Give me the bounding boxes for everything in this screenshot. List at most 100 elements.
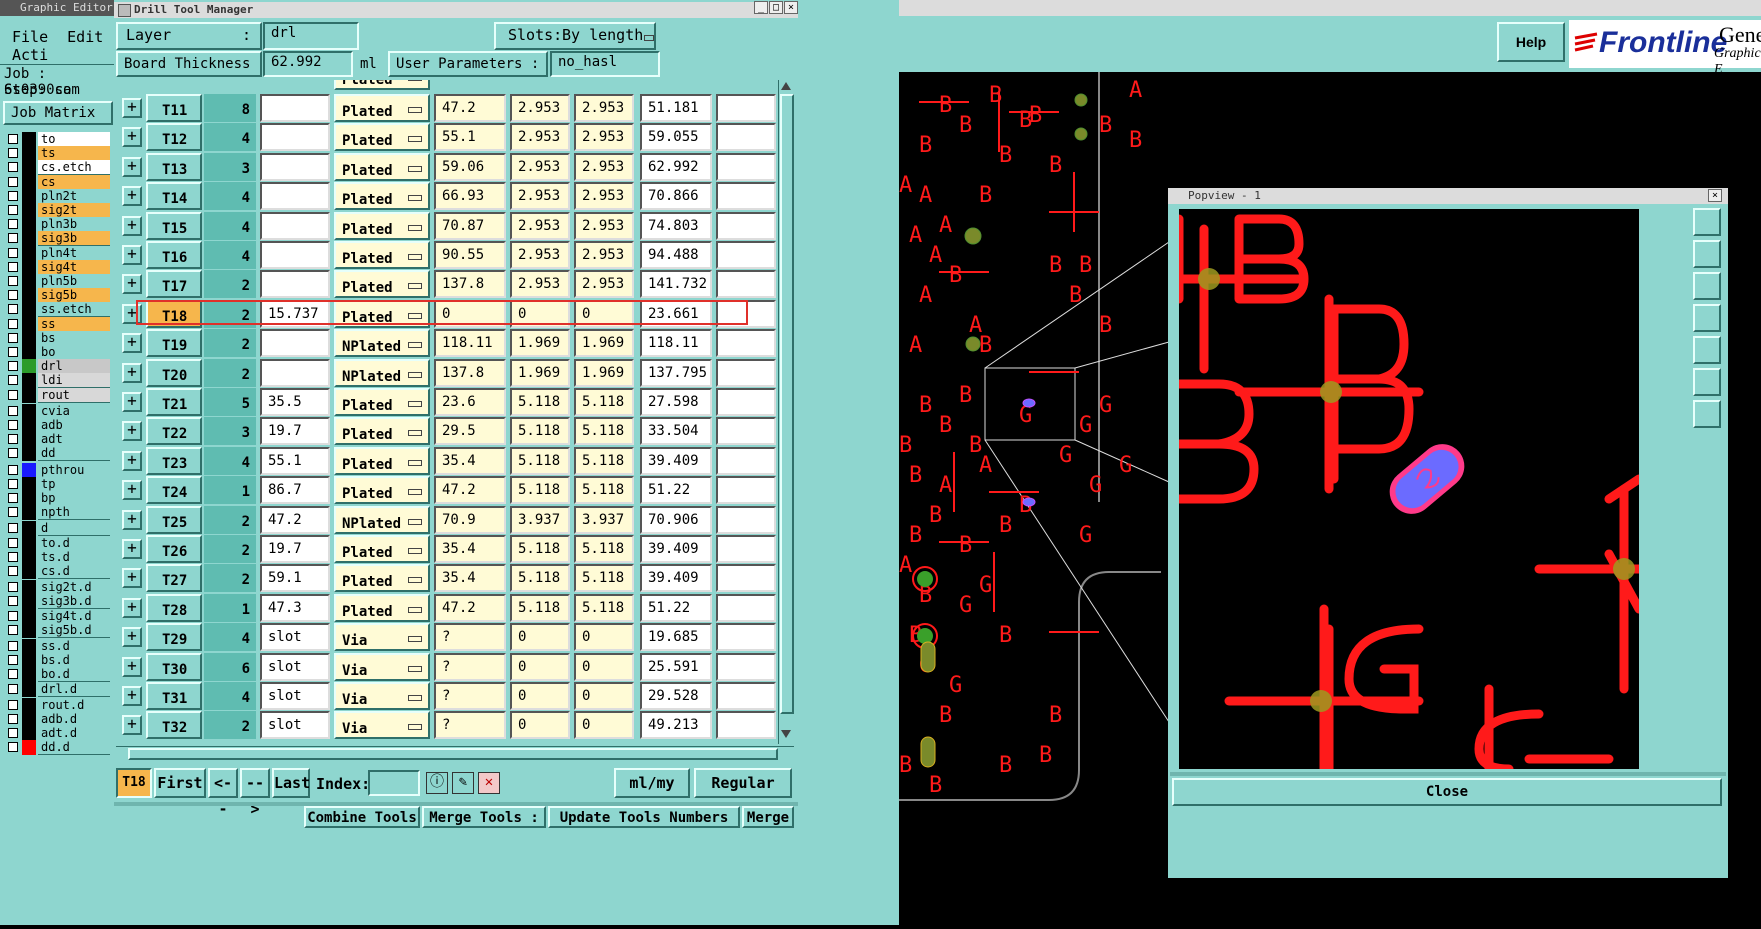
row-expand-icon[interactable]: +: [122, 715, 142, 736]
row-expand-icon[interactable]: +: [122, 215, 142, 236]
layer-checkbox[interactable]: [8, 742, 18, 753]
popview-close-button[interactable]: Close: [1172, 778, 1722, 806]
row-finish-size-field[interactable]: 25.591: [640, 652, 712, 681]
layer-color-swatch[interactable]: [22, 726, 36, 742]
row-slot-field[interactable]: 47.2: [260, 505, 330, 534]
row-minus-tol-field[interactable]: 2.953: [574, 241, 634, 269]
tool-row[interactable]: + T18 2 15.737 Plated 0 0 0 23.661: [116, 299, 776, 329]
row-slot-field[interactable]: 19.7: [260, 417, 330, 446]
layer-name[interactable]: ss.d: [38, 639, 110, 654]
layer-name[interactable]: ss: [38, 316, 110, 332]
row-size-field[interactable]: 59.06: [434, 152, 506, 181]
row-finish-size-field[interactable]: 39.409: [640, 535, 712, 563]
layer-row[interactable]: drl: [6, 359, 112, 375]
row-size-field[interactable]: 137.8: [434, 270, 506, 299]
row-plus-tol-field[interactable]: 2.953: [510, 270, 570, 299]
row-minus-tol-field[interactable]: 0: [574, 299, 634, 328]
layer-checkbox[interactable]: [8, 176, 18, 187]
index-field[interactable]: [368, 770, 420, 796]
row-type-dropdown[interactable]: Via: [334, 652, 430, 681]
layer-checkbox[interactable]: [8, 537, 18, 548]
layer-checkbox[interactable]: [8, 233, 18, 244]
tool-row[interactable]: + T16 4 Plated 90.55 2.953 2.953 94.488: [116, 241, 776, 270]
layer-checkbox[interactable]: [8, 347, 18, 357]
last-button[interactable]: Last: [272, 768, 310, 798]
row-finish-size-field[interactable]: 94.488: [640, 241, 712, 269]
layer-row[interactable]: rout: [6, 387, 112, 403]
tool-row[interactable]: + T22 3 19.7 Plated 29.5 5.118 5.118 33.504: [116, 417, 776, 446]
row-tool-number[interactable]: T30: [146, 652, 202, 681]
tool-row[interactable]: + T19 2 NPlated 118.11 1.969 1.969 118.11: [116, 329, 776, 358]
row-finish-size-field[interactable]: 70.906: [640, 505, 712, 534]
tool-row[interactable]: + T20 2 NPlated 137.8 1.969 1.969 137.795: [116, 358, 776, 388]
layer-color-swatch[interactable]: [22, 217, 36, 233]
row-minus-tol-field[interactable]: 5.118: [574, 476, 634, 505]
layer-color-swatch[interactable]: [22, 697, 36, 713]
layer-color-swatch[interactable]: [22, 345, 36, 360]
row-plus-tol-field[interactable]: 5.118: [510, 564, 570, 593]
pop-tool-zoom-out-icon[interactable]: [1693, 400, 1721, 428]
row-plus-tol-field[interactable]: 2.953: [510, 182, 570, 211]
row-type-dropdown[interactable]: Plated: [334, 446, 430, 475]
layer-name[interactable]: pln5b: [38, 274, 110, 289]
row-extra-field[interactable]: [716, 505, 776, 534]
layer-name[interactable]: cs: [38, 174, 110, 190]
row-tool-number[interactable]: T11: [146, 94, 202, 122]
layer-color-swatch[interactable]: [22, 259, 36, 275]
row-plus-tol-field[interactable]: 5.118: [510, 446, 570, 475]
row-slot-field[interactable]: slot: [260, 652, 330, 681]
row-tool-number[interactable]: T27: [146, 564, 202, 593]
row-tool-number[interactable]: T22: [146, 417, 202, 446]
row-plus-tol-field[interactable]: 5.118: [510, 593, 570, 622]
layer-checkbox[interactable]: [8, 728, 18, 739]
row-slot-field[interactable]: 19.7: [260, 535, 330, 563]
row-tool-number[interactable]: T26: [146, 535, 202, 563]
layer-name[interactable]: cvia: [38, 403, 110, 419]
row-finish-size-field[interactable]: 141.732: [640, 270, 712, 299]
tool-row[interactable]: + T11 8 Plated 47.2 2.953 2.953 51.181: [116, 94, 776, 123]
layer-row[interactable]: dd.d: [6, 740, 112, 756]
row-minus-tol-field[interactable]: 1.969: [574, 329, 634, 358]
layer-row[interactable]: cs.etch: [6, 160, 112, 176]
layer-row[interactable]: bp: [6, 491, 112, 506]
menu-file[interactable]: File: [12, 28, 48, 46]
tool-row[interactable]: + T26 2 19.7 Plated 35.4 5.118 5.118 39.409: [116, 535, 776, 564]
layer-row[interactable]: cs.d: [6, 564, 112, 579]
tool-row[interactable]: + T25 2 47.2 NPlated 70.9 3.937 3.937 70.906: [116, 505, 776, 535]
layer-color-swatch[interactable]: [22, 505, 36, 521]
row-expand-icon[interactable]: +: [122, 333, 142, 354]
layer-row[interactable]: adt.d: [6, 726, 112, 742]
row-minus-tol-field[interactable]: 0: [574, 682, 634, 710]
layer-color-swatch[interactable]: [22, 373, 36, 389]
row-minus-tol-field[interactable]: 2.953: [574, 182, 634, 211]
pop-tool-right-icon[interactable]: [1693, 336, 1721, 364]
row-size-field[interactable]: 29.5: [434, 417, 506, 446]
row-expand-icon[interactable]: +: [122, 392, 142, 412]
layer-name[interactable]: sig4t.d: [38, 608, 110, 624]
row-size-field[interactable]: ?: [434, 623, 506, 652]
layer-row[interactable]: ss: [6, 316, 112, 332]
layer-name[interactable]: drl.d: [38, 681, 110, 697]
layer-color-swatch[interactable]: [22, 535, 36, 551]
row-expand-icon[interactable]: +: [122, 539, 142, 559]
layer-checkbox[interactable]: [8, 624, 18, 635]
row-size-field[interactable]: 118.11: [434, 329, 506, 358]
row-slot-field[interactable]: [260, 241, 330, 269]
row-extra-field[interactable]: [716, 417, 776, 446]
row-slot-field[interactable]: [260, 329, 330, 358]
layer-row[interactable]: ldi: [6, 373, 112, 389]
layer-name[interactable]: bp: [38, 491, 110, 506]
row-plus-tol-field[interactable]: 3.937: [510, 505, 570, 534]
row-minus-tol-field[interactable]: 5.118: [574, 388, 634, 416]
row-extra-field[interactable]: [716, 535, 776, 563]
layer-color-swatch[interactable]: [22, 594, 36, 610]
layer-name[interactable]: to.d: [38, 535, 110, 551]
row-slot-field[interactable]: slot: [260, 623, 330, 652]
row-type-dropdown[interactable]: Plated: [334, 564, 430, 593]
userparam-field[interactable]: no_hasl: [550, 51, 660, 77]
layer-color-swatch[interactable]: [22, 359, 36, 375]
row-finish-size-field[interactable]: 118.11: [640, 329, 712, 358]
next-button[interactable]: -->: [240, 768, 270, 818]
row-finish-size-field[interactable]: 62.992: [640, 152, 712, 181]
row-minus-tol-field[interactable]: 2.953: [574, 211, 634, 240]
